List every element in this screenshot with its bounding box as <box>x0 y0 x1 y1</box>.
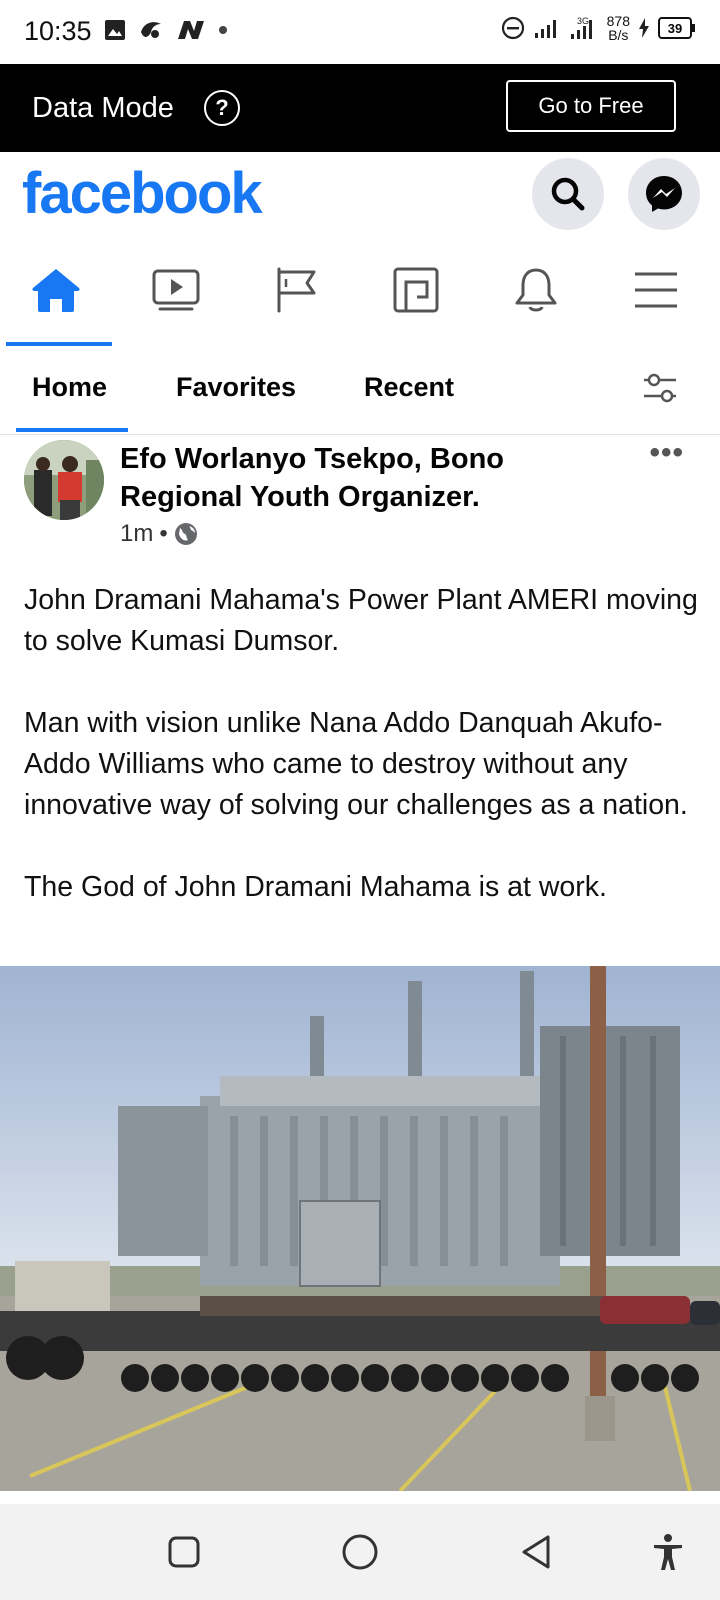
post-photo[interactable] <box>0 966 720 1491</box>
facebook-logo[interactable]: facebook <box>22 160 263 227</box>
post-meta: 1m • <box>120 520 198 548</box>
notification-icons <box>104 18 228 42</box>
app-notification-icon <box>141 22 161 38</box>
filter-recent[interactable]: Recent <box>364 372 454 403</box>
battery-indicator: 39 <box>658 17 695 39</box>
search-button[interactable] <box>532 158 604 230</box>
menu-icon <box>635 272 677 308</box>
meta-separator: • <box>159 520 168 547</box>
tab-feeds[interactable] <box>360 238 472 342</box>
tab-notifications[interactable] <box>480 238 592 342</box>
filter-active-indicator <box>16 428 128 432</box>
signal-3g-icon: 3G <box>570 16 592 39</box>
globe-icon <box>174 523 197 545</box>
avatar-photo <box>24 440 104 520</box>
network-speed-value: 878 <box>606 13 630 29</box>
filter-home[interactable]: Home <box>32 372 107 403</box>
search-icon <box>551 177 585 211</box>
accessibility-button[interactable] <box>644 1528 692 1576</box>
avatar[interactable] <box>24 440 104 520</box>
tab-watch[interactable] <box>120 238 232 342</box>
messenger-button[interactable] <box>628 158 700 230</box>
gallery-icon <box>105 20 125 40</box>
home-icon <box>32 269 80 312</box>
app-header: facebook <box>0 152 720 238</box>
circle-icon <box>342 1534 378 1570</box>
status-time: 10:35 <box>24 16 92 46</box>
post-time[interactable]: 1m <box>120 520 153 548</box>
filter-favorites[interactable]: Favorites <box>176 372 296 403</box>
status-bar: 10:35 3G 878 B/s 39 <box>0 0 720 64</box>
dot-icon <box>219 26 227 34</box>
recents-button[interactable] <box>160 1528 208 1576</box>
go-to-free-button[interactable]: Go to Free <box>506 80 676 132</box>
status-indicators: 3G 878 B/s 39 <box>501 14 695 42</box>
tab-home[interactable] <box>0 238 112 346</box>
messenger-icon <box>646 176 682 212</box>
main-nav-tabs <box>0 238 720 348</box>
do-not-disturb-icon <box>501 16 524 40</box>
signal-icon <box>534 20 556 38</box>
bell-icon <box>515 268 557 312</box>
flag-icon <box>277 267 316 313</box>
post-body: John Dramani Mahama's Power Plant AMERI … <box>24 580 704 949</box>
post-paragraph: Man with vision unlike Nana Addo Danquah… <box>24 707 688 821</box>
home-nav-button[interactable] <box>336 1528 384 1576</box>
filter-settings-icon[interactable] <box>640 368 680 408</box>
system-nav-bar <box>0 1504 720 1600</box>
post-header: Efo Worlanyo Tsekpo, Bono Regional Youth… <box>0 436 720 556</box>
data-mode-label: Data Mode <box>32 92 174 124</box>
post-paragraph: The God of John Dramani Mahama is at wor… <box>24 871 607 903</box>
feeds-icon <box>393 267 439 313</box>
video-icon <box>152 269 200 311</box>
post-options-icon[interactable]: ••• <box>649 436 684 470</box>
triangle-back-icon <box>522 1535 550 1569</box>
network-speed: 878 B/s <box>607 14 630 42</box>
post-paragraph: John Dramani Mahama's Power Plant AMERI … <box>24 584 698 657</box>
accessibility-icon <box>654 1534 682 1570</box>
svg-text:3G: 3G <box>577 16 589 26</box>
tab-pages[interactable] <box>240 238 352 342</box>
tab-menu[interactable] <box>600 238 712 342</box>
help-icon[interactable]: ? <box>204 90 240 126</box>
square-icon <box>168 1536 200 1568</box>
charging-icon <box>639 18 649 38</box>
network-speed-unit: B/s <box>608 27 629 43</box>
transformer-photo <box>0 966 720 1491</box>
feed-filter-bar: Home Favorites Recent <box>0 346 720 435</box>
data-mode-bar: Data Mode ? Go to Free <box>0 64 720 152</box>
news-icon <box>178 21 204 39</box>
back-button[interactable] <box>512 1528 560 1576</box>
post-author[interactable]: Efo Worlanyo Tsekpo, Bono Regional Youth… <box>120 440 600 516</box>
